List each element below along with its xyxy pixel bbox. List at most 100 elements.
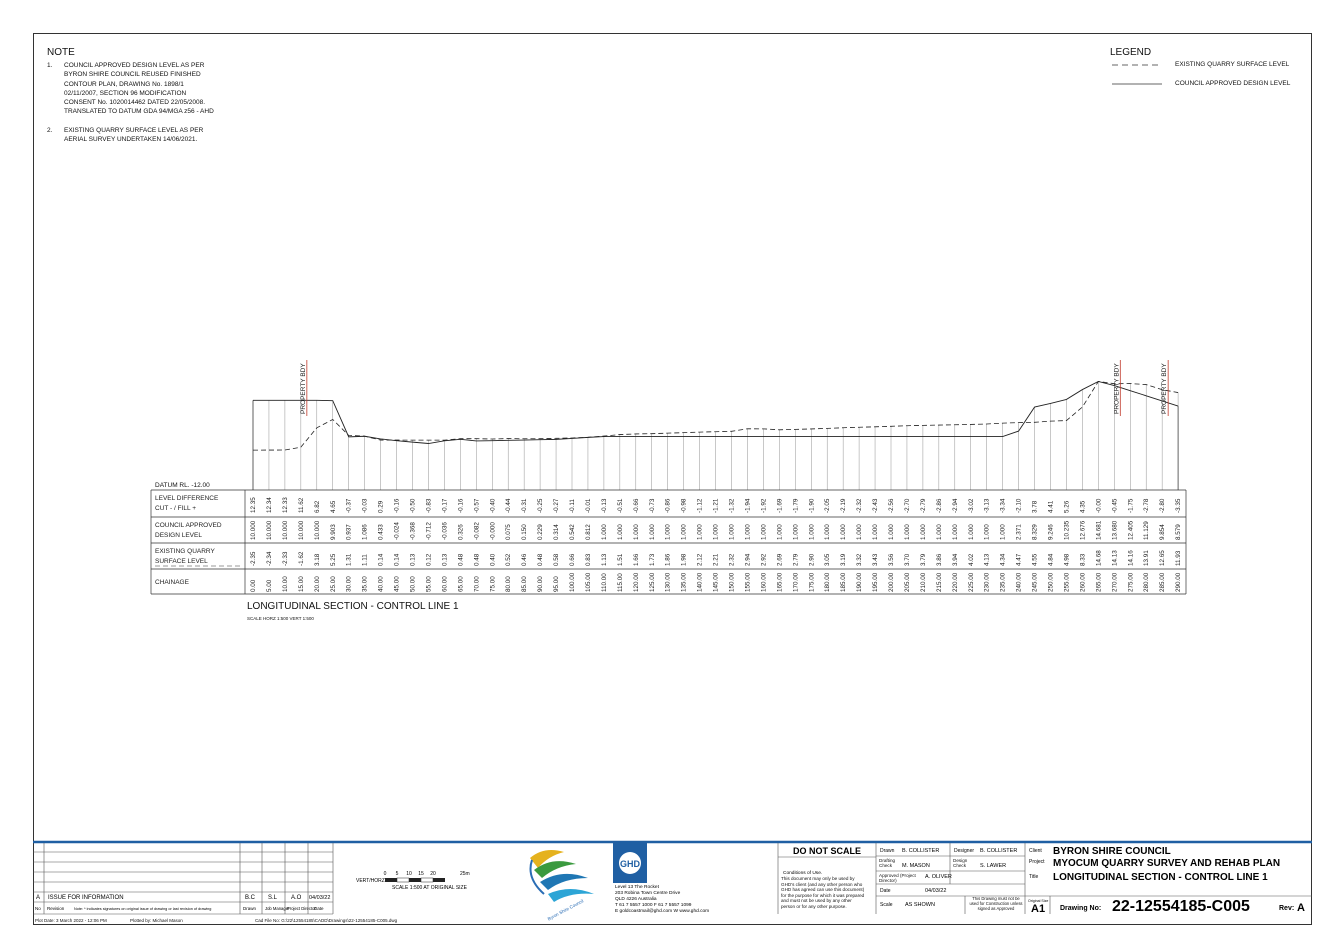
- chainage-value: 290.00: [1175, 572, 1182, 592]
- chainage-value: 20.00: [314, 576, 321, 592]
- design-level-value: -0.036: [441, 522, 448, 540]
- existing-level-value: 14.13: [1111, 550, 1118, 566]
- difference-value: 11.62: [298, 497, 305, 513]
- row-label-design-level: COUNCIL APPROVED: [155, 522, 222, 529]
- existing-level-value: 0.83: [585, 553, 592, 566]
- ghd-address-5: E goldcoastmail@ghd.com W www.ghd.com: [615, 908, 709, 914]
- chainage-value: 0.00: [250, 579, 257, 592]
- chainage-value: 40.00: [378, 576, 385, 592]
- difference-value: -2.56: [888, 498, 895, 513]
- difference-value: -1.92: [760, 498, 767, 513]
- chainage-value: 260.00: [1079, 572, 1086, 592]
- difference-value: -2.43: [872, 498, 879, 513]
- chainage-value: 125.00: [649, 572, 656, 592]
- chainage-value: 245.00: [1032, 572, 1039, 592]
- chainage-value: 115.00: [617, 573, 624, 592]
- design-check-value: S. LAWER: [980, 863, 1006, 869]
- project-label: Project: [1029, 859, 1045, 865]
- rev-header-revision: Revision: [47, 906, 65, 911]
- difference-value: -2.10: [1016, 498, 1023, 513]
- design-level-value: 0.542: [569, 524, 576, 540]
- chainage-value: 80.00: [505, 576, 512, 592]
- existing-level-value: 4.47: [1016, 553, 1023, 566]
- existing-level-value: 4.13: [984, 553, 991, 566]
- ghd-address-1: Level 13 The Rocket: [615, 884, 660, 890]
- difference-value: -1.12: [697, 498, 704, 513]
- design-level-value: 0.229: [537, 524, 544, 540]
- date-label: Date: [880, 888, 891, 894]
- rev-header-no: No: [35, 906, 41, 911]
- design-level-value: 1.000: [633, 524, 640, 540]
- design-level-value: -0.368: [410, 522, 417, 540]
- chainage-value: 165.00: [776, 572, 783, 592]
- difference-value: -3.35: [1175, 498, 1182, 513]
- approved-value: A. OLIVER: [925, 874, 952, 880]
- ghd-address-4: T 61 7 5557 1000 F 61 7 5557 1099: [615, 902, 692, 908]
- plotted-by: Plotted by: Michael Mason: [130, 918, 183, 923]
- existing-level-value: 0.48: [457, 553, 464, 566]
- existing-level-value: 2.69: [776, 553, 783, 566]
- title-label: Title: [1029, 874, 1038, 880]
- design-level-value: 1.000: [824, 524, 831, 540]
- scalebar-tick-5: 25m: [460, 871, 470, 877]
- existing-level-value: 2.94: [744, 553, 751, 566]
- difference-value: -0.45: [1111, 498, 1118, 513]
- chainage-value: 155.00: [744, 572, 751, 592]
- approved-label: Approved (Project Director): [879, 873, 916, 883]
- chainage-value: 120.00: [633, 572, 640, 592]
- row-label-level-difference: CUT - / FILL +: [155, 505, 196, 512]
- chainage-value: 215.00: [936, 572, 943, 592]
- difference-value: 12.33: [282, 497, 289, 513]
- chainage-value: 85.00: [521, 576, 528, 592]
- difference-value: 0.29: [378, 500, 385, 513]
- design-level-value: 1.000: [649, 524, 656, 540]
- existing-level-value: 3.79: [920, 553, 927, 566]
- scalebar-caption: SCALE 1:500 AT ORIGINAL SIZE: [392, 885, 468, 891]
- chainage-value: 145.00: [713, 572, 720, 592]
- design-level-value: 13.680: [1111, 520, 1118, 540]
- existing-level-value: 0.52: [505, 553, 512, 566]
- design-level-value: 1.000: [920, 524, 927, 540]
- design-level-value: -0.024: [394, 522, 401, 540]
- existing-level-value: 3.56: [888, 553, 895, 566]
- chainage-value: 50.00: [410, 576, 417, 592]
- chainage-value: 160.00: [760, 572, 767, 592]
- existing-level-value: 3.18: [314, 553, 321, 566]
- existing-level-value: 0.40: [489, 553, 496, 566]
- design-level-value: 0.314: [553, 524, 560, 540]
- design-level-value: -0.082: [473, 522, 480, 540]
- design-level-value: -0.000: [489, 522, 496, 540]
- existing-level-value: 3.19: [840, 553, 847, 566]
- existing-level-value: 0.13: [441, 553, 448, 566]
- existing-level-value: 1.13: [601, 553, 608, 566]
- difference-value: 12.34: [266, 497, 273, 513]
- chainage-value: 190.00: [856, 572, 863, 592]
- existing-level-value: 8.33: [1079, 553, 1086, 566]
- drafting-check-label: Drafting Check: [879, 858, 896, 868]
- design-level-value: 1.000: [856, 524, 863, 540]
- design-level-value: 9.854: [1159, 524, 1166, 540]
- construction-note: This Drawing must not be used for Constr…: [969, 897, 1023, 911]
- chainage-value: 230.00: [984, 572, 991, 592]
- design-level-value: 14.681: [1095, 520, 1102, 540]
- scalebar-tick-4: 20: [430, 871, 436, 877]
- existing-level-value: 0.14: [394, 553, 401, 566]
- chainage-value: 195.00: [872, 572, 879, 592]
- date-value: 04/03/22: [925, 888, 946, 894]
- existing-level-value: 1.98: [681, 553, 688, 566]
- design-level-value: 1.000: [665, 524, 672, 540]
- property-boundary-label: PROPERTY BDY: [1161, 363, 1168, 414]
- difference-value: 5.26: [1063, 500, 1070, 513]
- chainage-value: 75.00: [489, 576, 496, 592]
- chainage-value: 240.00: [1016, 572, 1023, 592]
- difference-value: -2.79: [920, 498, 927, 513]
- design-level-value: 1.000: [744, 524, 751, 540]
- cad-file: Cad File No: G:\22\12554185\CADD\Drawing…: [255, 918, 398, 923]
- existing-level-value: 4.34: [1000, 553, 1007, 566]
- difference-value: -0.13: [601, 498, 608, 513]
- difference-value: -2.94: [952, 498, 959, 513]
- existing-level-value: 3.32: [856, 553, 863, 566]
- chainage-value: 55.00: [425, 576, 432, 592]
- design-level-value: 10.000: [282, 520, 289, 540]
- existing-level-value: -2.33: [282, 551, 289, 566]
